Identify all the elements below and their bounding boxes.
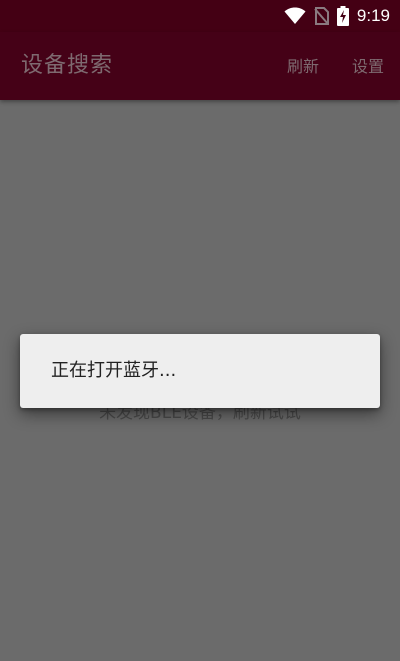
refresh-button[interactable]: 刷新 xyxy=(287,56,319,78)
page-title: 设备搜索 xyxy=(21,53,114,78)
status-time: 9:19 xyxy=(356,6,390,25)
status-icons: 9:19 xyxy=(284,5,390,27)
no-sim-icon xyxy=(314,7,329,25)
progress-dialog: 正在打开蓝牙... xyxy=(20,334,380,408)
wifi-icon xyxy=(284,7,306,25)
device-search-screen: 9:19 设备搜索 刷新 设置 未发现BLE设备，刷新试试 正在打开蓝牙... xyxy=(0,0,400,661)
app-bar: 设备搜索 刷新 设置 xyxy=(0,32,400,100)
settings-button[interactable]: 设置 xyxy=(352,56,384,78)
battery-charging-icon xyxy=(336,6,349,26)
status-bar: 9:19 xyxy=(0,0,400,32)
dialog-message: 正在打开蓝牙... xyxy=(51,360,177,381)
